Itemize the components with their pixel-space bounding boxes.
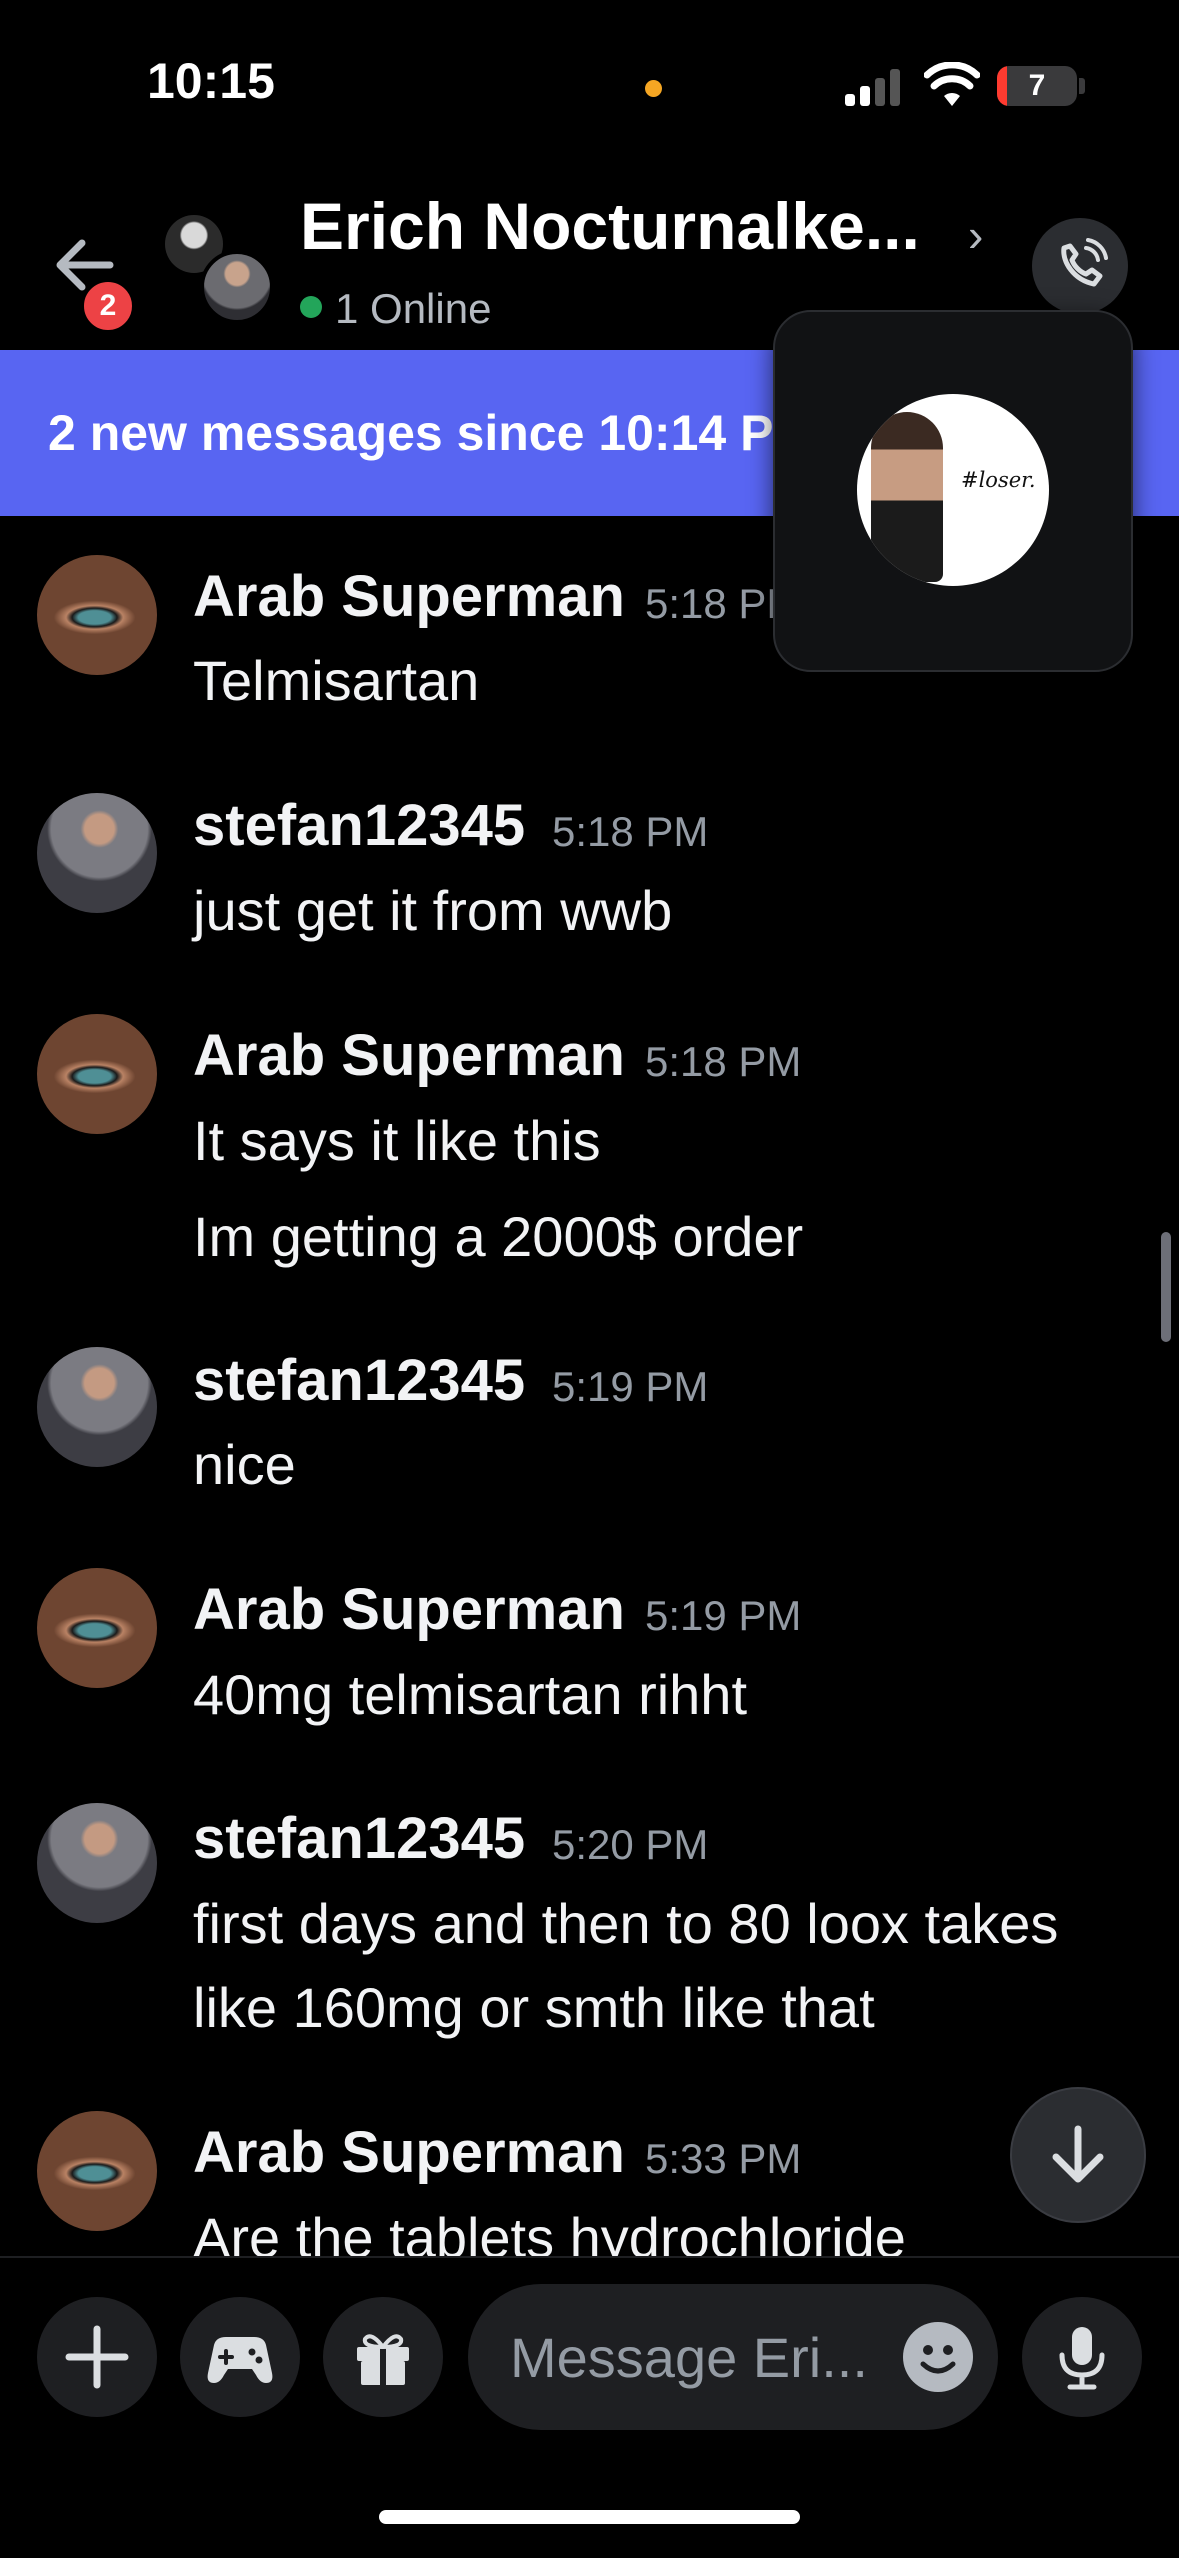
message-text: Telmisartan xyxy=(193,649,480,712)
pip-avatar: #loser. xyxy=(857,394,1049,586)
message-time: 5:19 PM xyxy=(645,1592,802,1639)
message-author[interactable]: Arab Superman xyxy=(193,1576,625,1643)
gift-icon xyxy=(357,2334,409,2385)
avatar[interactable] xyxy=(37,1014,157,1134)
message-text: It says it like this xyxy=(193,1109,601,1172)
new-messages-text: 2 new messages since 10:14 PM xyxy=(48,405,816,461)
pip-avatar-text: #loser. xyxy=(961,468,1036,492)
avatar[interactable] xyxy=(37,1568,157,1688)
emoji-icon[interactable] xyxy=(903,2322,973,2392)
online-count: 1 Online xyxy=(335,285,492,332)
message-text: like 160mg or smth like that xyxy=(193,1976,875,2039)
message-text: Im getting a 2000$ order xyxy=(193,1205,804,1268)
online-status-icon xyxy=(300,296,322,318)
gift-button[interactable] xyxy=(323,2297,443,2417)
jump-to-present-button[interactable] xyxy=(1010,2087,1146,2223)
message-author[interactable]: stefan12345 xyxy=(193,792,525,859)
message-text: just get it from wwb xyxy=(193,879,673,942)
battery-cap xyxy=(1079,78,1085,94)
phone-icon xyxy=(1061,238,1108,287)
message-text: first days and then to 80 loox takes xyxy=(193,1892,1059,1955)
cellular-signal-icon xyxy=(845,68,901,106)
avatar[interactable] xyxy=(37,2111,157,2231)
message-author[interactable]: Arab Superman xyxy=(193,1022,625,1089)
voice-message-button[interactable] xyxy=(1022,2297,1142,2417)
message-author[interactable]: stefan12345 xyxy=(193,1347,525,1414)
call-button[interactable] xyxy=(1032,218,1128,314)
message-time: 5:33 PM xyxy=(645,2135,802,2182)
battery-level: 7 xyxy=(1028,69,1046,102)
scrollbar[interactable] xyxy=(1161,1232,1171,1342)
floating-profile-pip[interactable]: #loser. xyxy=(773,310,1133,672)
avatar[interactable] xyxy=(37,555,157,675)
message-time: 5:18 PM xyxy=(552,808,709,855)
message-author[interactable]: stefan12345 xyxy=(193,1805,525,1872)
home-indicator xyxy=(379,2510,800,2524)
message-time: 5:18 PM xyxy=(645,1038,802,1085)
arrow-down-icon xyxy=(1052,2125,1104,2183)
message-author[interactable]: Arab Superman xyxy=(193,563,625,630)
battery-icon: 7 xyxy=(997,66,1077,106)
unread-badge: 2 xyxy=(80,278,136,334)
avatar[interactable] xyxy=(37,793,157,913)
message-author[interactable]: Arab Superman xyxy=(193,2119,625,2186)
group-avatar-2 xyxy=(200,250,274,324)
gamepad-icon xyxy=(207,2337,273,2383)
message-time: 5:19 PM xyxy=(552,1363,709,1410)
message-input-placeholder: Message Eri... xyxy=(510,2326,868,2389)
message-text: nice xyxy=(193,1433,296,1496)
recording-dot-icon xyxy=(645,80,662,97)
activities-button[interactable] xyxy=(180,2297,300,2417)
message-time: 5:20 PM xyxy=(552,1821,709,1868)
chevron-right-icon[interactable]: › xyxy=(968,208,983,262)
avatar[interactable] xyxy=(37,1347,157,1467)
plus-icon xyxy=(65,2325,129,2389)
status-time: 10:15 xyxy=(147,53,275,109)
chat-title[interactable]: Erich Nocturnalke... xyxy=(300,188,920,264)
microphone-icon xyxy=(1059,2327,1105,2390)
attach-button[interactable] xyxy=(37,2297,157,2417)
message-text: 40mg telmisartan rihht xyxy=(193,1663,748,1726)
pip-avatar-photo xyxy=(871,412,943,582)
avatar[interactable] xyxy=(37,1803,157,1923)
wifi-icon xyxy=(924,62,980,108)
